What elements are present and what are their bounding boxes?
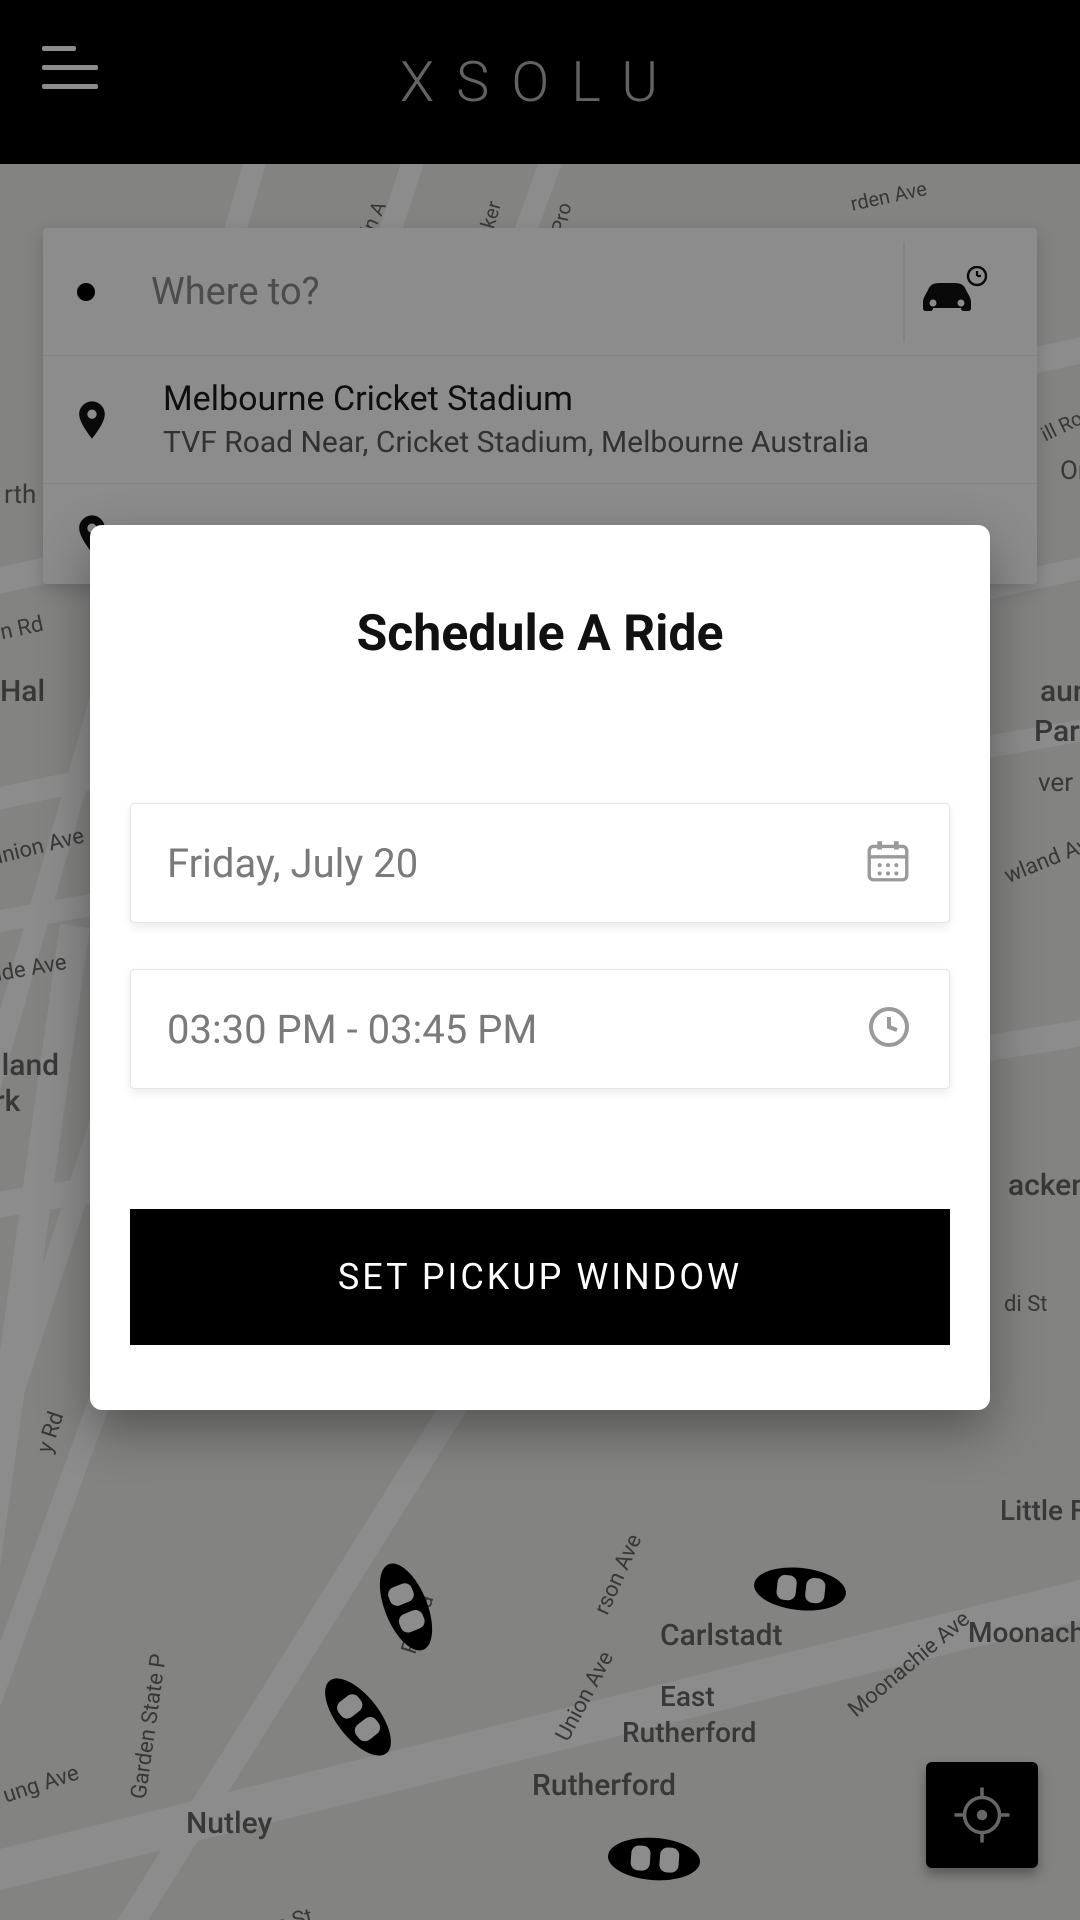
date-value: Friday, July 20 [167, 840, 418, 887]
time-field[interactable]: 03:30 PM - 03:45 PM [130, 969, 950, 1089]
date-field[interactable]: Friday, July 20 [130, 803, 950, 923]
set-pickup-window-button[interactable]: SET PICKUP WINDOW [130, 1209, 950, 1345]
time-value: 03:30 PM - 03:45 PM [167, 1006, 537, 1053]
submit-label: SET PICKUP WINDOW [338, 1256, 742, 1298]
modal-title: Schedule A Ride [130, 605, 950, 663]
clock-icon [865, 1003, 913, 1055]
calendar-icon [863, 836, 913, 890]
schedule-ride-modal: Schedule A Ride Friday, July 20 03:30 PM… [90, 525, 990, 1410]
